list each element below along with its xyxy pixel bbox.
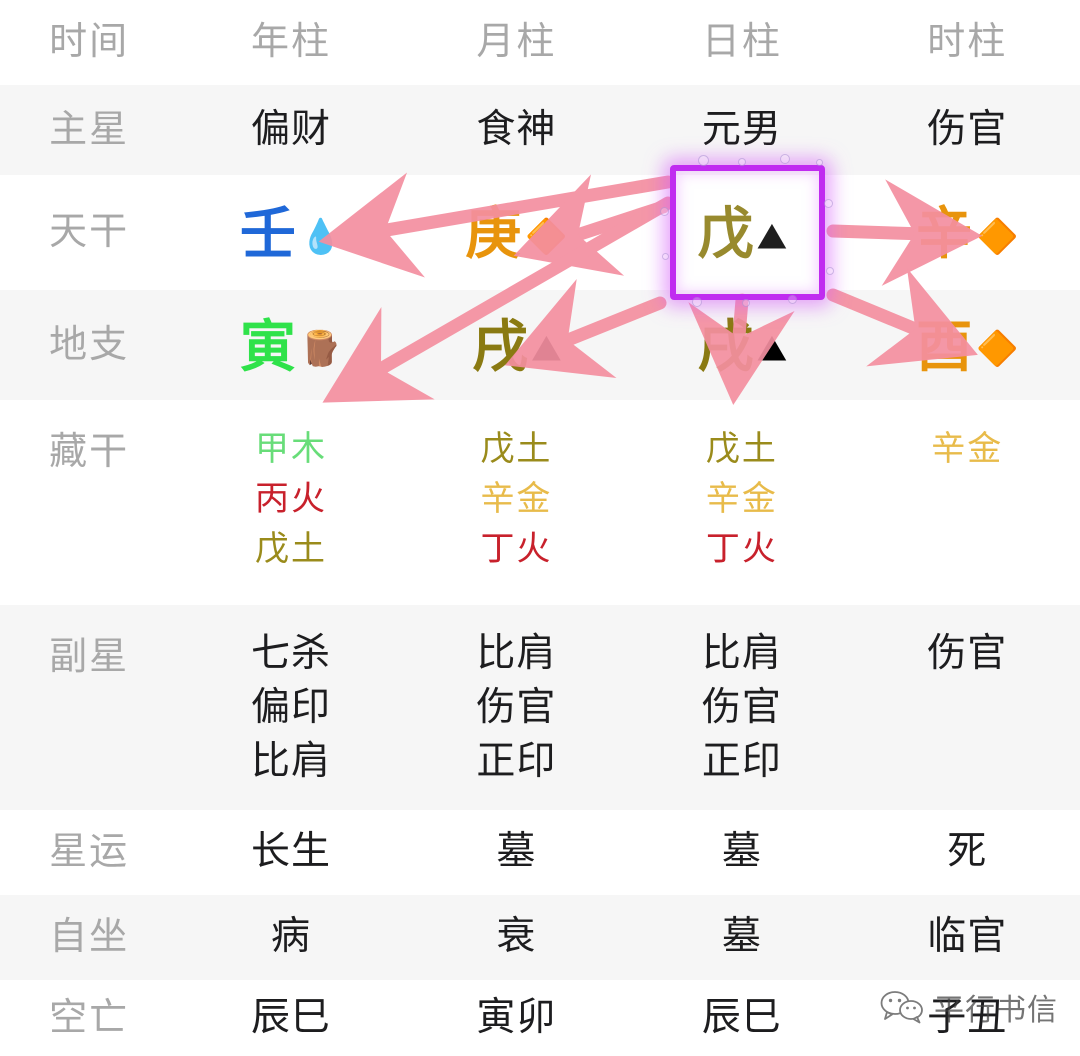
sub-star-hour[interactable]: 伤官 xyxy=(855,605,1080,810)
earthly-branch-month[interactable]: 戌 ⛰ xyxy=(404,290,629,400)
row-label-earthly-branch: 地支 xyxy=(49,323,130,366)
branch-glyph-day: 戌 xyxy=(697,315,754,379)
sub-star-item: 伤官 xyxy=(476,686,557,730)
sub-star-day[interactable]: 比肩 伤官 正印 xyxy=(629,605,854,810)
row-label-void: 空亡 xyxy=(49,996,130,1039)
header-hour-pillar[interactable]: 时柱 xyxy=(855,0,1080,85)
hidden-stem-item: 辛金 xyxy=(480,480,553,519)
hidden-stem-item: 戊土 xyxy=(255,530,328,569)
hidden-stem-item: 辛金 xyxy=(931,430,1004,468)
main-star-day[interactable]: 元男 xyxy=(629,85,854,175)
earthly-branch-day[interactable]: 戌 ⛰ xyxy=(629,290,854,400)
row-label-hidden-stems: 藏干 xyxy=(49,431,130,473)
row-label-sub-star: 副星 xyxy=(49,636,130,678)
branch-glyph-year: 寅 xyxy=(239,315,296,379)
row-label-heavenly-stem: 天干 xyxy=(49,211,130,254)
header-year-pillar[interactable]: 年柱 xyxy=(178,0,403,85)
self-sit-hour[interactable]: 临官 xyxy=(855,895,1080,980)
sub-star-year[interactable]: 七杀 偏印 比肩 xyxy=(178,605,403,810)
row-earthly-branch: 地支 寅 🪵 戌 ⛰ 戌 ⛰ 酉 🔶 xyxy=(0,290,1080,400)
void-day[interactable]: 辰巳 xyxy=(629,980,854,1056)
bazi-table: 时间 年柱 月柱 日柱 时柱 主星 偏财 食神 元男 伤官 天干 壬 💧 庚 🔶… xyxy=(0,0,1080,1056)
star-fortune-month[interactable]: 墓 xyxy=(404,810,629,895)
self-sit-year[interactable]: 病 xyxy=(178,895,403,980)
gold-metal-icon: 🔶 xyxy=(976,217,1019,256)
hidden-stem-item: 丁火 xyxy=(705,530,778,569)
row-label-star-fortune: 星运 xyxy=(49,831,130,874)
row-hidden-stems: 藏干 甲木 丙火 戊土 戊土 辛金 丁火 戊土 辛金 丁火 辛金 xyxy=(0,400,1080,605)
sub-star-item: 伤官 xyxy=(701,686,782,730)
hidden-stem-item: 辛金 xyxy=(705,480,778,519)
sub-star-item: 比肩 xyxy=(701,632,782,675)
sub-star-item: 比肩 xyxy=(476,632,557,675)
stem-glyph-day: 戊 xyxy=(697,202,754,266)
hidden-stem-item: 甲木 xyxy=(255,430,328,468)
void-year[interactable]: 辰巳 xyxy=(178,980,403,1056)
gold-metal-icon: 🔶 xyxy=(976,330,1019,369)
hidden-stem-item: 丁火 xyxy=(480,530,553,569)
heavenly-stem-month[interactable]: 庚 🔶 xyxy=(404,175,629,290)
stem-glyph-month: 庚 xyxy=(465,202,522,266)
row-self-sit: 自坐 病 衰 墓 临官 xyxy=(0,895,1080,980)
earthly-branch-hour[interactable]: 酉 🔶 xyxy=(855,290,1080,400)
heavenly-stem-hour[interactable]: 辛 🔶 xyxy=(855,175,1080,290)
sub-star-item: 比肩 xyxy=(251,740,332,784)
self-sit-day[interactable]: 墓 xyxy=(629,895,854,980)
hidden-stems-year[interactable]: 甲木 丙火 戊土 xyxy=(178,400,403,605)
hidden-stems-day[interactable]: 戊土 辛金 丁火 xyxy=(629,400,854,605)
row-star-fortune: 星运 长生 墓 墓 死 xyxy=(0,810,1080,895)
row-main-star: 主星 偏财 食神 元男 伤官 xyxy=(0,85,1080,175)
heavenly-stem-year[interactable]: 壬 💧 xyxy=(178,175,403,290)
main-star-hour[interactable]: 伤官 xyxy=(855,85,1080,175)
void-month[interactable]: 寅卯 xyxy=(404,980,629,1056)
header-label-time: 时间 xyxy=(49,21,130,64)
wood-log-icon: 🪵 xyxy=(299,330,343,369)
hidden-stem-item: 戊土 xyxy=(480,430,553,468)
sub-star-item: 偏印 xyxy=(251,686,332,730)
earth-mound-icon: ⛰ xyxy=(757,330,787,369)
hidden-stem-item: 丙火 xyxy=(255,480,328,519)
row-sub-star: 副星 七杀 偏印 比肩 比肩 伤官 正印 比肩 伤官 正印 伤官 xyxy=(0,605,1080,810)
bazi-chart-screen: 时间 年柱 月柱 日柱 时柱 主星 偏财 食神 元男 伤官 天干 壬 💧 庚 🔶… xyxy=(0,0,1080,1056)
stem-glyph-hour: 辛 xyxy=(916,202,973,266)
sub-star-item: 正印 xyxy=(701,740,782,784)
star-fortune-hour[interactable]: 死 xyxy=(855,810,1080,895)
header-month-pillar[interactable]: 月柱 xyxy=(404,0,629,85)
earth-mound-icon: ⛰ xyxy=(532,330,561,369)
star-fortune-day[interactable]: 墓 xyxy=(629,810,854,895)
row-label-main-star: 主星 xyxy=(49,108,130,151)
gold-metal-icon: 🔶 xyxy=(525,217,568,256)
heavenly-stem-day[interactable]: 戊 ⛰ xyxy=(629,175,854,290)
earth-mound-icon: ⛰ xyxy=(757,217,787,256)
header-day-pillar[interactable]: 日柱 xyxy=(629,0,854,85)
sub-star-item: 伤官 xyxy=(927,632,1008,675)
branch-glyph-hour: 酉 xyxy=(916,315,973,379)
hidden-stem-item: 戊土 xyxy=(705,430,778,468)
void-hour[interactable]: 子丑 xyxy=(855,980,1080,1056)
row-label-self-sit: 自坐 xyxy=(49,916,130,959)
hidden-stems-hour[interactable]: 辛金 xyxy=(855,400,1080,605)
row-void: 空亡 辰巳 寅卯 辰巳 子丑 xyxy=(0,980,1080,1056)
branch-glyph-month: 戌 xyxy=(472,315,529,379)
earthly-branch-year[interactable]: 寅 🪵 xyxy=(178,290,403,400)
sub-star-item: 七杀 xyxy=(251,632,332,675)
hidden-stems-month[interactable]: 戊土 辛金 丁火 xyxy=(404,400,629,605)
star-fortune-year[interactable]: 长生 xyxy=(178,810,403,895)
table-header-row: 时间 年柱 月柱 日柱 时柱 xyxy=(0,0,1080,85)
main-star-month[interactable]: 食神 xyxy=(404,85,629,175)
self-sit-month[interactable]: 衰 xyxy=(404,895,629,980)
stem-glyph-year: 壬 xyxy=(239,202,296,266)
sub-star-item: 正印 xyxy=(476,740,557,784)
sub-star-month[interactable]: 比肩 伤官 正印 xyxy=(404,605,629,810)
main-star-year[interactable]: 偏财 xyxy=(178,85,403,175)
water-droplet-icon: 💧 xyxy=(299,217,343,256)
row-heavenly-stem: 天干 壬 💧 庚 🔶 戊 ⛰ 辛 🔶 xyxy=(0,175,1080,290)
